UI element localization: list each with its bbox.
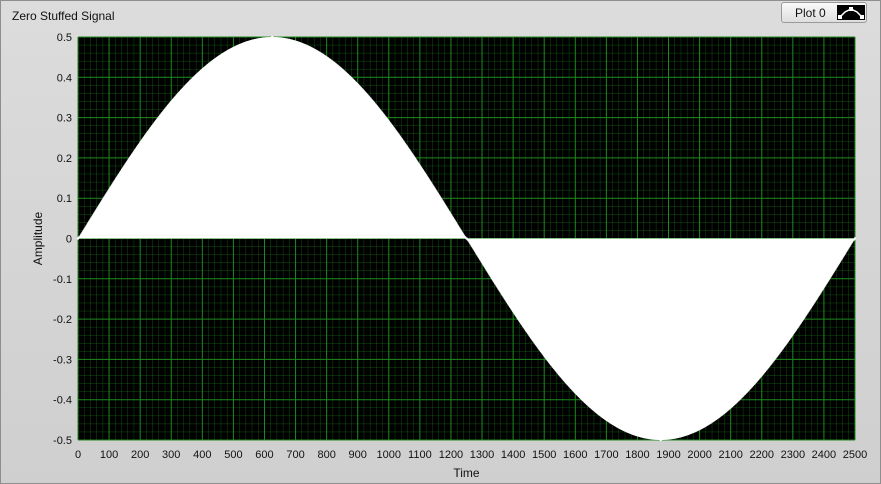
y-tick-label: 0.1 (57, 193, 72, 205)
x-tick-label: 1100 (408, 449, 432, 461)
x-tick-label: 1000 (377, 449, 401, 461)
x-tick-label: 300 (162, 449, 180, 461)
y-tick-label: -0.5 (53, 435, 72, 447)
x-tick-label: 1900 (656, 449, 680, 461)
x-tick-label: 2000 (687, 449, 711, 461)
data-point (853, 237, 857, 240)
chart-svg: 0 100 200 300 400 500 600 700 800 900 1000 1100 1200… (31, 32, 867, 480)
data-point (659, 438, 662, 442)
x-tick-label: 1800 (625, 449, 649, 461)
y-tick-label: 0.5 (57, 32, 72, 44)
x-tick-label: 600 (255, 449, 273, 461)
x-tick-label: 2500 (843, 449, 867, 461)
data-point (76, 237, 80, 240)
x-tick-label: 2300 (781, 449, 805, 461)
x-tick-label: 1700 (594, 449, 618, 461)
x-tick-label: 1400 (501, 449, 525, 461)
data-point (465, 237, 468, 240)
x-tick-label: 2200 (750, 449, 774, 461)
y-tick-label: 0.2 (57, 153, 72, 165)
x-tick-label: 500 (224, 449, 242, 461)
x-tick-label: 900 (349, 449, 367, 461)
y-tick-label: 0.3 (57, 113, 72, 125)
x-tick-label: 0 (75, 449, 81, 461)
data-point (271, 35, 274, 39)
x-axis-label: Time (453, 466, 480, 480)
x-tick-label: 100 (100, 449, 118, 461)
y-tick-label: -0.2 (53, 314, 72, 326)
y-tick-labels: 0.5 0.4 0.3 0.2 0.1 0 -0.1 -0.2 -0.3 -0.4 -0.5 (53, 32, 72, 447)
y-tick-label: -0.4 (53, 395, 72, 407)
y-axis-label: Amplitude (31, 212, 45, 266)
x-tick-label: 800 (317, 449, 335, 461)
x-tick-label: 400 (193, 449, 211, 461)
x-tick-label: 1500 (532, 449, 556, 461)
x-tick-label: 1300 (470, 449, 494, 461)
y-tick-label: -0.1 (53, 274, 72, 286)
y-tick-label: 0.4 (57, 72, 72, 84)
x-tick-label: 700 (286, 449, 304, 461)
x-tick-label: 1600 (563, 449, 587, 461)
x-tick-label: 2400 (812, 449, 836, 461)
x-tick-label: 200 (131, 449, 149, 461)
x-tick-label: 1200 (439, 449, 463, 461)
y-tick-label: -0.3 (53, 354, 72, 366)
x-tick-label: 2100 (718, 449, 742, 461)
x-tick-labels: 0 100 200 300 400 500 600 700 800 900 1000 1100 1200… (75, 449, 867, 461)
y-tick-label: 0 (66, 234, 72, 246)
